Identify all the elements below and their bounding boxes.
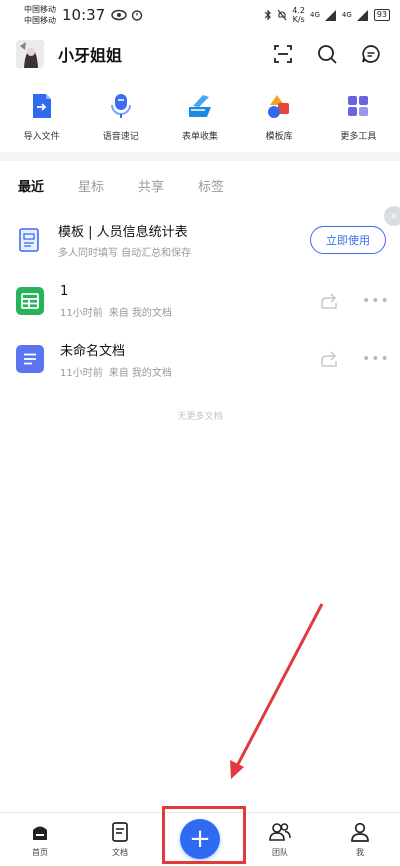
tool-template-library[interactable]: 模板库 bbox=[243, 92, 315, 146]
avatar-image bbox=[16, 40, 44, 68]
bluetooth-icon bbox=[264, 9, 272, 21]
carrier-2: 中国移动 bbox=[24, 16, 56, 25]
docs-icon bbox=[109, 821, 131, 843]
tab-tags[interactable]: 标签 bbox=[198, 176, 224, 195]
form-icon bbox=[186, 92, 214, 120]
speed-value: 4.2 bbox=[292, 6, 306, 15]
bottom-navigation: 首页 文档 + 团队 我 bbox=[0, 812, 400, 866]
template-icon bbox=[265, 92, 293, 120]
document-title: 1 bbox=[60, 283, 69, 299]
battery-indicator: 93 bbox=[373, 9, 390, 21]
tool-label: 表单收集 bbox=[181, 132, 218, 142]
carrier-1: 中国移动 bbox=[24, 5, 56, 14]
status-bar: 中国移动 中国移动 10:37 4.2 K/s 4G 4G 93 bbox=[0, 0, 400, 30]
tab-shared[interactable]: 共享 bbox=[138, 176, 164, 195]
signal-bars-1-icon bbox=[324, 9, 336, 21]
document-source: 来自 我的文档 bbox=[108, 367, 172, 379]
create-new-button[interactable]: + bbox=[180, 819, 220, 859]
nav-label: 首页 bbox=[32, 848, 48, 857]
message-icon[interactable] bbox=[360, 43, 382, 65]
search-icon[interactable] bbox=[316, 43, 338, 65]
tool-label: 模板库 bbox=[265, 132, 293, 142]
nav-team[interactable]: 团队 bbox=[240, 813, 320, 866]
tab-starred[interactable]: 星标 bbox=[78, 176, 104, 195]
document-row[interactable]: 未命名文档 11小时前 来自 我的文档 ••• bbox=[16, 341, 389, 379]
import-file-icon bbox=[28, 92, 56, 120]
template-subtitle: 多人同时填写 自动汇总和保存 bbox=[58, 248, 192, 259]
tool-voice-note[interactable]: 语音速记 bbox=[85, 92, 157, 146]
network-speed: 4.2 K/s bbox=[292, 6, 305, 24]
profile-icon bbox=[349, 821, 371, 843]
template-title: 模板 | 人员信息统计表 bbox=[58, 225, 188, 240]
tool-more-tools[interactable]: 更多工具 bbox=[322, 92, 394, 146]
plus-icon: + bbox=[189, 824, 211, 854]
tool-label: 语音速记 bbox=[102, 132, 139, 142]
team-icon bbox=[269, 821, 291, 843]
nav-docs[interactable]: 文档 bbox=[80, 813, 160, 866]
doc-tabs: 最近 星标 共享 标签 bbox=[18, 176, 224, 195]
microphone-icon bbox=[107, 92, 135, 120]
share-icon[interactable] bbox=[320, 349, 340, 369]
speed-unit: K/s bbox=[292, 15, 305, 24]
document-meta: 11小时前 来自 我的文档 bbox=[60, 304, 172, 319]
tab-recent[interactable]: 最近 bbox=[18, 176, 44, 195]
template-doc-icon bbox=[16, 225, 42, 255]
signal-1-label: 4G bbox=[310, 11, 320, 19]
share-icon[interactable] bbox=[320, 291, 340, 311]
quick-tools: 导入文件 语音速记 表单收集 模板库 更多工具 bbox=[0, 92, 400, 146]
nav-label: 文档 bbox=[112, 848, 128, 857]
document-title: 未命名文档 bbox=[60, 343, 126, 359]
document-time: 11小时前 bbox=[60, 307, 103, 319]
header: 小牙姐姐 bbox=[0, 36, 400, 72]
section-divider bbox=[0, 152, 400, 161]
tool-form-collect[interactable]: 表单收集 bbox=[164, 92, 236, 146]
nav-profile[interactable]: 我 bbox=[320, 813, 400, 866]
mute-icon bbox=[277, 9, 287, 21]
eye-icon bbox=[111, 9, 127, 21]
close-icon[interactable]: × bbox=[384, 206, 400, 226]
clock: 10:37 bbox=[62, 6, 106, 24]
nav-create[interactable]: + bbox=[160, 813, 240, 866]
alarm-icon bbox=[132, 10, 143, 21]
nav-label: 团队 bbox=[272, 848, 288, 857]
tool-label: 更多工具 bbox=[340, 132, 377, 142]
carrier-info: 中国移动 中国移动 bbox=[24, 4, 56, 26]
tool-label: 导入文件 bbox=[23, 132, 60, 142]
spreadsheet-icon bbox=[16, 287, 44, 315]
scan-icon[interactable] bbox=[272, 43, 294, 65]
template-recommendation[interactable]: 模板 | 人员信息统计表 多人同时填写 自动汇总和保存 立即使用 bbox=[16, 218, 386, 262]
more-options-icon[interactable]: ••• bbox=[362, 351, 389, 367]
signal-bars-2-icon bbox=[356, 9, 368, 21]
document-time: 11小时前 bbox=[60, 367, 103, 379]
use-now-button[interactable]: 立即使用 bbox=[310, 226, 386, 254]
nav-home[interactable]: 首页 bbox=[0, 813, 80, 866]
document-icon bbox=[16, 345, 44, 373]
home-icon bbox=[29, 821, 51, 843]
document-row[interactable]: 1 11小时前 来自 我的文档 ••• bbox=[16, 283, 389, 319]
document-meta: 11小时前 来自 我的文档 bbox=[60, 364, 172, 379]
nav-label: 我 bbox=[356, 848, 364, 857]
more-options-icon[interactable]: ••• bbox=[362, 293, 389, 309]
no-more-documents: 无更多文档 bbox=[177, 412, 223, 422]
document-source: 来自 我的文档 bbox=[108, 307, 172, 319]
grid-icon bbox=[344, 92, 372, 120]
avatar[interactable] bbox=[16, 40, 44, 68]
username: 小牙姐姐 bbox=[58, 46, 123, 65]
tool-import-file[interactable]: 导入文件 bbox=[6, 92, 78, 146]
signal-2-label: 4G bbox=[341, 11, 352, 19]
